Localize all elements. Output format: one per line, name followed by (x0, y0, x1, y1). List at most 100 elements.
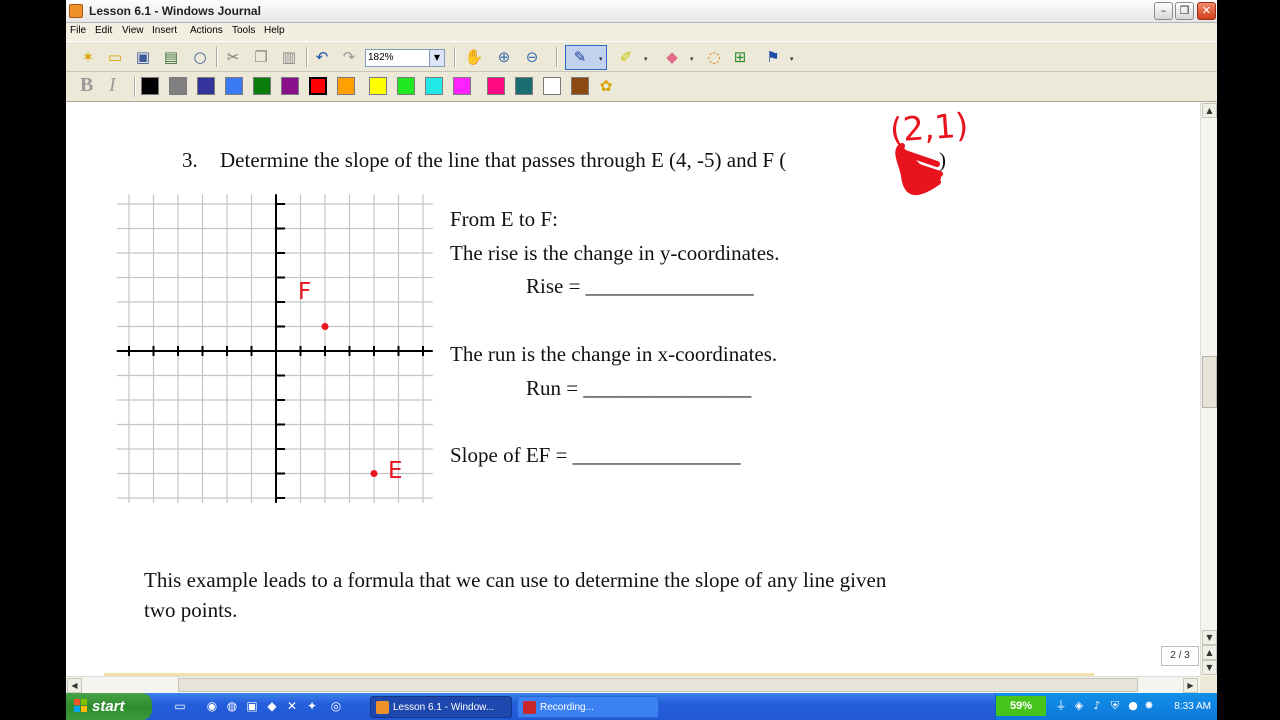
network-icon[interactable]: ◈ (1072, 699, 1086, 713)
menu-bar: File Edit View Insert Actions Tools Help (66, 23, 1217, 41)
power-plug-icon[interactable]: ⏚ (1054, 699, 1068, 713)
menu-help[interactable]: Help (264, 25, 285, 36)
flag-icon[interactable]: ⚑ (763, 47, 783, 67)
horizontal-scrollbar[interactable]: ◀ ▶ (66, 676, 1200, 693)
paste-icon[interactable]: ▥ (279, 47, 299, 67)
copy-icon[interactable]: ❐ (251, 47, 271, 67)
vertical-scrollbar[interactable]: ▲ ▼ ▲ ▼ (1200, 102, 1217, 676)
eraser-dropdown-icon[interactable]: ▾ (690, 55, 694, 63)
minimize-button[interactable]: – (1154, 2, 1173, 20)
scroll-left-button[interactable]: ◀ (67, 678, 82, 693)
menu-file[interactable]: File (70, 25, 86, 36)
menu-tools[interactable]: Tools (232, 25, 255, 36)
pan-hand-icon[interactable]: ✋ (464, 47, 484, 67)
highlighter-icon[interactable]: ✐ (616, 47, 636, 67)
color-swatch-pink[interactable] (487, 77, 505, 95)
find-icon[interactable]: ○ (190, 47, 210, 67)
color-swatch-brown[interactable] (571, 77, 589, 95)
color-swatch-purple[interactable] (281, 77, 299, 95)
app-icon[interactable]: ✦ (304, 698, 320, 714)
pen-dropdown-icon[interactable]: ▾ (599, 55, 603, 63)
coordinate-grid (116, 194, 433, 503)
media-icon[interactable]: ◎ (328, 698, 344, 714)
chevron-down-icon[interactable]: ▼ (429, 50, 444, 66)
record-icon[interactable]: ● (1126, 699, 1140, 713)
conclusion-text: two points. (144, 598, 238, 622)
tray-app-icon[interactable]: ✸ (1142, 699, 1156, 713)
point-f (321, 323, 329, 330)
color-swatch-gray[interactable] (169, 77, 187, 95)
toolbar-separator (454, 47, 456, 67)
clock: 8:33 AM (1174, 701, 1211, 712)
scroll-down-button[interactable]: ▼ (1202, 630, 1217, 645)
italic-button[interactable]: I (109, 74, 116, 97)
flag-dropdown-icon[interactable]: ▾ (790, 55, 794, 63)
open-folder-icon[interactable]: ▭ (105, 47, 125, 67)
color-swatch-teal[interactable] (515, 77, 533, 95)
next-page-button[interactable]: ▼ (1202, 660, 1217, 675)
browser-icon[interactable]: ◍ (224, 698, 240, 714)
menu-view[interactable]: View (122, 25, 144, 36)
handwritten-label-f: F (298, 279, 312, 305)
color-swatch-navy[interactable] (197, 77, 215, 95)
scribble-correction (899, 149, 943, 181)
toolbar-separator (134, 77, 136, 97)
insert-space-icon[interactable]: ⊞ (730, 47, 750, 67)
color-swatch-black[interactable] (141, 77, 159, 95)
color-swatch-blue[interactable] (225, 77, 243, 95)
slope-blank: Slope of EF = ________________ (450, 443, 741, 467)
color-swatch-green[interactable] (253, 77, 271, 95)
color-swatch-magenta[interactable] (453, 77, 471, 95)
close-button[interactable]: ✕ (1197, 2, 1216, 20)
taskbar: start ▭ ◉ ◍ ▣ ◆ ✕ ✦ ◎ Lesson 6.1 - Windo… (66, 693, 1217, 720)
color-palette-icon[interactable]: ✿ (596, 76, 616, 96)
zoom-out-icon[interactable]: ⊖ (522, 47, 542, 67)
zoom-select[interactable]: 182% ▼ (365, 49, 445, 67)
note-page[interactable]: 3. Determine the slope of the line that … (66, 102, 1200, 676)
scroll-right-button[interactable]: ▶ (1183, 678, 1198, 693)
menu-edit[interactable]: Edit (95, 25, 112, 36)
title-bar: Lesson 6.1 - Windows Journal – ❐ ✕ (66, 0, 1217, 23)
import-icon[interactable]: ▤ (161, 47, 181, 67)
security-shield-icon[interactable]: ⛨ (1108, 699, 1122, 713)
conclusion-text: This example leads to a formula that we … (144, 568, 887, 592)
color-swatch-white[interactable] (543, 77, 561, 95)
pen-icon[interactable]: ✎ (570, 47, 590, 67)
volume-icon[interactable]: ♪ (1090, 699, 1104, 713)
menu-actions[interactable]: Actions (190, 25, 223, 36)
scroll-up-button[interactable]: ▲ (1202, 103, 1217, 118)
eraser-icon[interactable]: ◆ (662, 47, 682, 67)
previous-page-button[interactable]: ▲ (1202, 645, 1217, 660)
show-desktop-icon[interactable]: ▭ (172, 698, 188, 714)
undo-icon[interactable]: ↶ (312, 47, 332, 67)
acrobat-icon[interactable]: ◆ (264, 698, 280, 714)
journal-window: Lesson 6.1 - Windows Journal – ❐ ✕ File … (66, 0, 1217, 693)
taskbar-journal-button[interactable]: Lesson 6.1 - Window... (370, 696, 512, 718)
color-swatch-orange[interactable] (337, 77, 355, 95)
color-swatch-cyan[interactable] (425, 77, 443, 95)
horizontal-scroll-thumb[interactable] (178, 678, 1138, 692)
taskbar-recording-button[interactable]: Recording... (517, 696, 659, 718)
new-note-icon[interactable]: ✶ (78, 47, 98, 67)
start-button[interactable]: start (66, 693, 152, 720)
restore-button[interactable]: ❐ (1175, 2, 1194, 20)
vertical-scroll-thumb[interactable] (1202, 356, 1217, 408)
save-icon[interactable]: ▣ (133, 47, 153, 67)
battery-indicator[interactable]: 59% (996, 696, 1046, 716)
run-explanation: The run is the change in x-coordinates. (450, 342, 778, 366)
color-swatch-lime[interactable] (397, 77, 415, 95)
lasso-select-icon[interactable]: ◌ (704, 47, 724, 67)
color-swatch-red-selected[interactable] (309, 77, 327, 95)
cut-icon[interactable]: ✂ (223, 47, 243, 67)
redo-icon[interactable]: ↷ (339, 47, 359, 67)
highlighter-dropdown-icon[interactable]: ▾ (644, 55, 648, 63)
excel-icon[interactable]: ✕ (284, 698, 300, 714)
color-swatch-yellow[interactable] (369, 77, 387, 95)
chrome-icon[interactable]: ◉ (204, 698, 220, 714)
standard-toolbar: ✶ ▭ ▣ ▤ ○ ✂ ❐ ▥ ↶ ↷ 182% ▼ ✋ ⊕ ⊖ ✎ ▾ ✐ ▾… (66, 41, 1217, 72)
bold-button[interactable]: B (80, 74, 93, 97)
menu-insert[interactable]: Insert (152, 25, 177, 36)
zoom-in-icon[interactable]: ⊕ (494, 47, 514, 67)
task-label: Lesson 6.1 - Window... (393, 702, 495, 713)
journal-quicklaunch-icon[interactable]: ▣ (244, 698, 260, 714)
